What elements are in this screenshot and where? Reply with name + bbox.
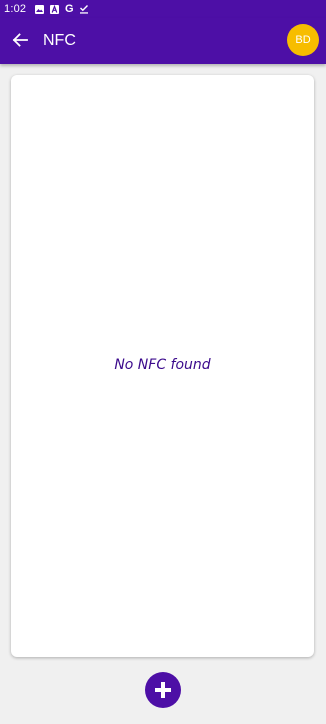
plus-icon — [155, 682, 171, 698]
empty-state-message: No NFC found — [114, 357, 211, 373]
arrow-left-icon — [12, 33, 28, 47]
download-check-icon — [79, 4, 89, 14]
status-icons: G — [34, 3, 89, 15]
app-bar: NFC BD — [0, 18, 326, 64]
nfc-list-card: No NFC found — [11, 75, 314, 657]
add-nfc-button[interactable] — [145, 672, 181, 708]
a-box-icon — [49, 4, 59, 14]
avatar[interactable]: BD — [287, 24, 319, 56]
image-icon — [34, 4, 44, 14]
back-button[interactable] — [8, 28, 32, 52]
status-bar: 1:02 G — [0, 0, 326, 18]
page-title: NFC — [43, 32, 76, 49]
google-g-icon: G — [64, 3, 74, 15]
status-time: 1:02 — [4, 3, 27, 15]
